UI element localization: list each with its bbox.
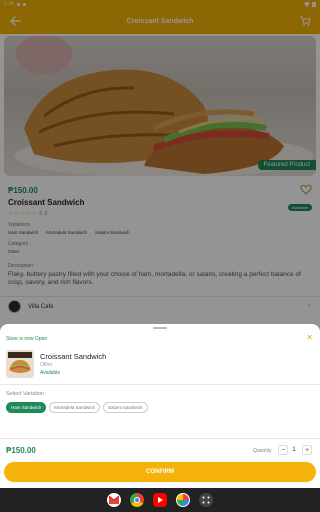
variation-chip-mortadela[interactable]: Mortadela Sandwich (49, 402, 101, 413)
select-variation-label: Select Variation (6, 391, 45, 397)
youtube-icon[interactable] (153, 493, 167, 507)
sheet-price: ₱150.00 (6, 446, 36, 455)
system-nav-bar (0, 488, 320, 512)
quantity-label: Quantity (253, 448, 272, 454)
quantity-decrease-button[interactable]: − (278, 445, 288, 455)
quantity-value: 1 (292, 447, 296, 453)
variation-chip-salami[interactable]: Salami Sandwich (103, 402, 148, 413)
close-icon[interactable]: ✕ (306, 334, 313, 342)
confirm-button[interactable]: CONFIRM (4, 462, 316, 482)
store-status: Store is now Open (6, 336, 48, 342)
app-drawer-icon[interactable] (199, 493, 213, 507)
sheet-product-title: Croissant Sandwich (40, 352, 107, 361)
sheet-product-category: Other (40, 362, 53, 368)
product-thumbnail (6, 350, 34, 378)
variation-chip-ham[interactable]: Ham Sandwich (6, 402, 47, 413)
variation-chips: Ham Sandwich Mortadela Sandwich Salami S… (6, 402, 148, 413)
divider (0, 384, 320, 385)
gmail-icon[interactable] (107, 493, 121, 507)
variation-bottom-sheet: Store is now Open ✕ Croissant Sandwich O… (0, 324, 320, 488)
drag-handle[interactable] (153, 327, 167, 329)
sheet-product-availability: Available (40, 370, 61, 376)
quantity-increase-button[interactable]: + (302, 445, 312, 455)
chrome-icon[interactable] (130, 493, 144, 507)
photos-icon[interactable] (176, 493, 190, 507)
divider (0, 438, 320, 439)
croissant-thumbnail-image (6, 350, 34, 378)
